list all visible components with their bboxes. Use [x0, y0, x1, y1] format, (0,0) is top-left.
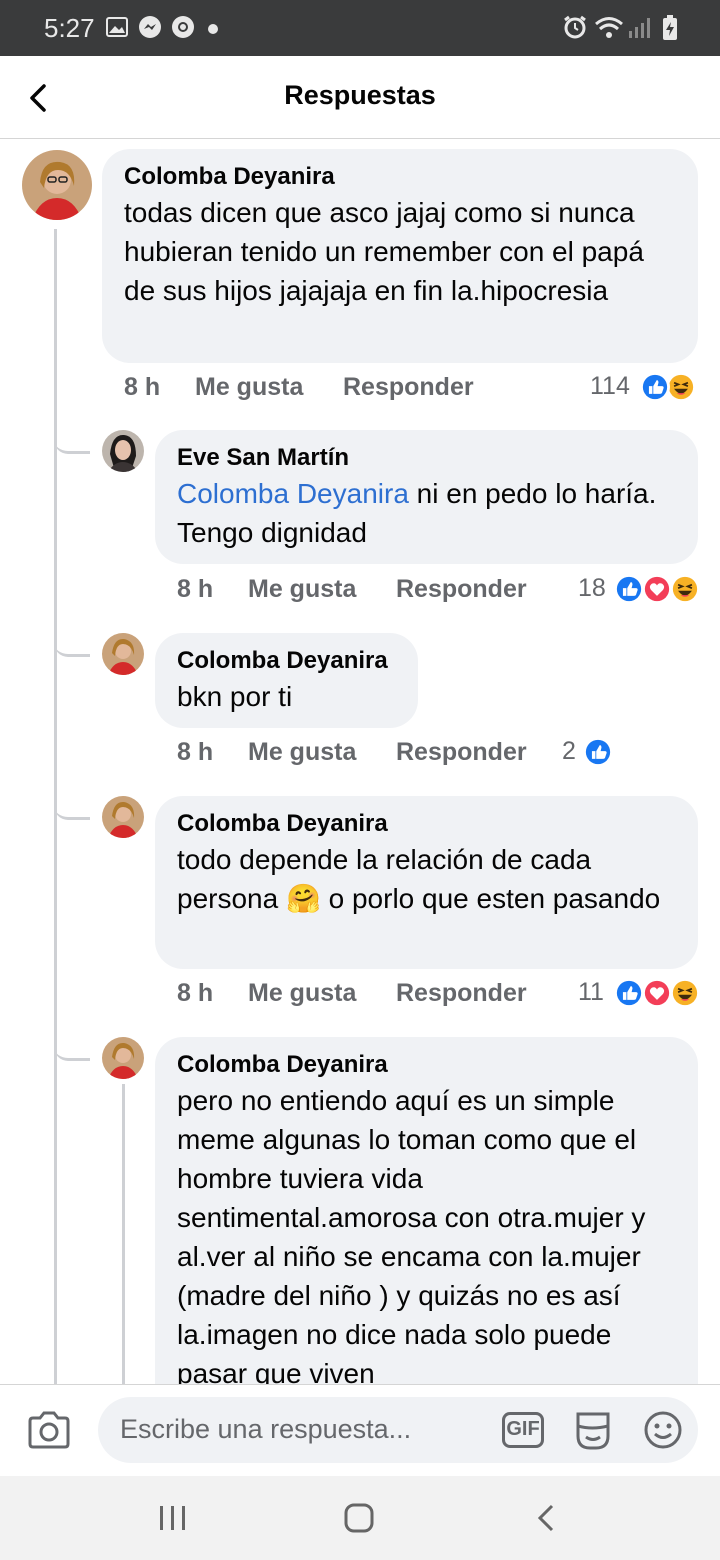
haha-reaction-icon [666, 372, 696, 402]
recent-apps-icon[interactable] [156, 1502, 190, 1534]
avatar[interactable] [22, 150, 92, 220]
comment-text: Colomba Deyanira ni en pedo lo haría. Te… [177, 474, 676, 552]
nested-thread-line [122, 1084, 125, 1384]
reply-button[interactable]: Responder [396, 738, 527, 767]
reply-button[interactable]: Responder [396, 575, 527, 604]
like-reaction-icon [614, 574, 644, 604]
camera-icon[interactable] [26, 1409, 72, 1451]
replies-screen: Respuestas Colomba Deyanira todas dicen … [0, 56, 720, 1560]
system-back-icon[interactable] [530, 1502, 564, 1534]
comment-time: 8 h [177, 575, 214, 603]
reaction-count: 18 [578, 574, 606, 602]
avatar[interactable] [102, 430, 144, 472]
like-button[interactable]: Me gusta [248, 979, 356, 1008]
like-reaction-icon [583, 737, 613, 767]
comment-text-body: o porlo que esten pasando [328, 883, 661, 914]
top-header: Respuestas [0, 56, 720, 139]
like-button[interactable]: Me gusta [248, 575, 356, 604]
reply-button[interactable]: Responder [396, 979, 527, 1008]
system-navigation-bar [0, 1476, 720, 1560]
reactions-summary[interactable] [640, 372, 700, 402]
comment-text: bkn por ti [177, 681, 293, 712]
comment-author[interactable]: Colomba Deyanira [124, 161, 676, 193]
gallery-notification-icon [106, 17, 128, 37]
reply-connector [54, 775, 90, 820]
love-reaction-icon [642, 978, 672, 1008]
reply-input[interactable]: Escribe una respuesta... GIF [98, 1397, 698, 1463]
alarm-icon [564, 15, 586, 39]
haha-reaction-icon [670, 574, 700, 604]
comment-bubble[interactable]: Colomba Deyanira pero no entiendo aquí e… [155, 1037, 698, 1384]
love-reaction-icon [642, 574, 672, 604]
comment-bubble[interactable]: Colomba Deyanira bkn por ti [155, 633, 418, 728]
avatar[interactable] [102, 633, 144, 675]
comment-text: todo depende la relación de cada persona… [177, 840, 676, 918]
gif-button[interactable]: GIF [502, 1412, 544, 1448]
messenger-notification-icon [139, 16, 161, 38]
like-button[interactable]: Me gusta [195, 373, 303, 402]
like-reaction-icon [640, 372, 670, 402]
more-notifications-dot [208, 24, 218, 34]
reaction-count: 11 [578, 978, 604, 1006]
battery-charging-icon [663, 15, 677, 40]
reactions-summary[interactable] [614, 978, 700, 1008]
page-title: Respuestas [284, 80, 436, 110]
gif-label: GIF [506, 1418, 540, 1440]
reply-connector [54, 1016, 90, 1061]
comment-time: 8 h [177, 979, 214, 1007]
chrome-notification-icon [172, 16, 194, 38]
comments-list: Colomba Deyanira todas dicen que asco ja… [0, 139, 720, 1384]
comment-time: 8 h [124, 373, 161, 401]
status-bar: 5:27 [0, 0, 720, 56]
sticker-icon[interactable] [572, 1408, 614, 1452]
haha-reaction-icon [670, 978, 700, 1008]
reply-composer: Escribe una respuesta... GIF [0, 1384, 720, 1477]
reply-connector [54, 407, 90, 454]
reaction-count: 114 [590, 372, 630, 400]
avatar[interactable] [102, 796, 144, 838]
mention-link[interactable]: Colomba Deyanira [177, 478, 409, 509]
comment-bubble[interactable]: Colomba Deyanira todo depende la relació… [155, 796, 698, 969]
signal-icon [629, 18, 650, 38]
hugging-face-emoji: 🤗 [285, 883, 321, 914]
comment-text: pero no entiendo aquí es un simple meme … [177, 1085, 646, 1384]
avatar[interactable] [102, 1037, 144, 1079]
comment-author[interactable]: Colomba Deyanira [177, 808, 676, 840]
comment-bubble[interactable]: Colomba Deyanira todas dicen que asco ja… [102, 149, 698, 363]
reply-connector [54, 612, 90, 657]
comment-time: 8 h [177, 738, 214, 766]
status-time: 5:27 [44, 13, 95, 43]
like-button[interactable]: Me gusta [248, 738, 356, 767]
comment-author[interactable]: Eve San Martín [177, 442, 676, 474]
home-icon[interactable] [342, 1502, 376, 1534]
reply-input-placeholder: Escribe una respuesta... [120, 1414, 412, 1444]
comment-bubble[interactable]: Eve San Martín Colomba Deyanira ni en pe… [155, 430, 698, 564]
reply-button[interactable]: Responder [343, 373, 474, 402]
like-reaction-icon [614, 978, 644, 1008]
emoji-icon[interactable] [643, 1410, 683, 1450]
wifi-icon [595, 17, 623, 38]
comment-author[interactable]: Colomba Deyanira [177, 645, 396, 677]
comment-text: todas dicen que asco jajaj como si nunca… [124, 197, 644, 306]
reactions-summary[interactable] [583, 737, 615, 767]
reaction-count: 2 [562, 737, 576, 765]
reactions-summary[interactable] [614, 574, 700, 604]
comment-author[interactable]: Colomba Deyanira [177, 1049, 676, 1081]
